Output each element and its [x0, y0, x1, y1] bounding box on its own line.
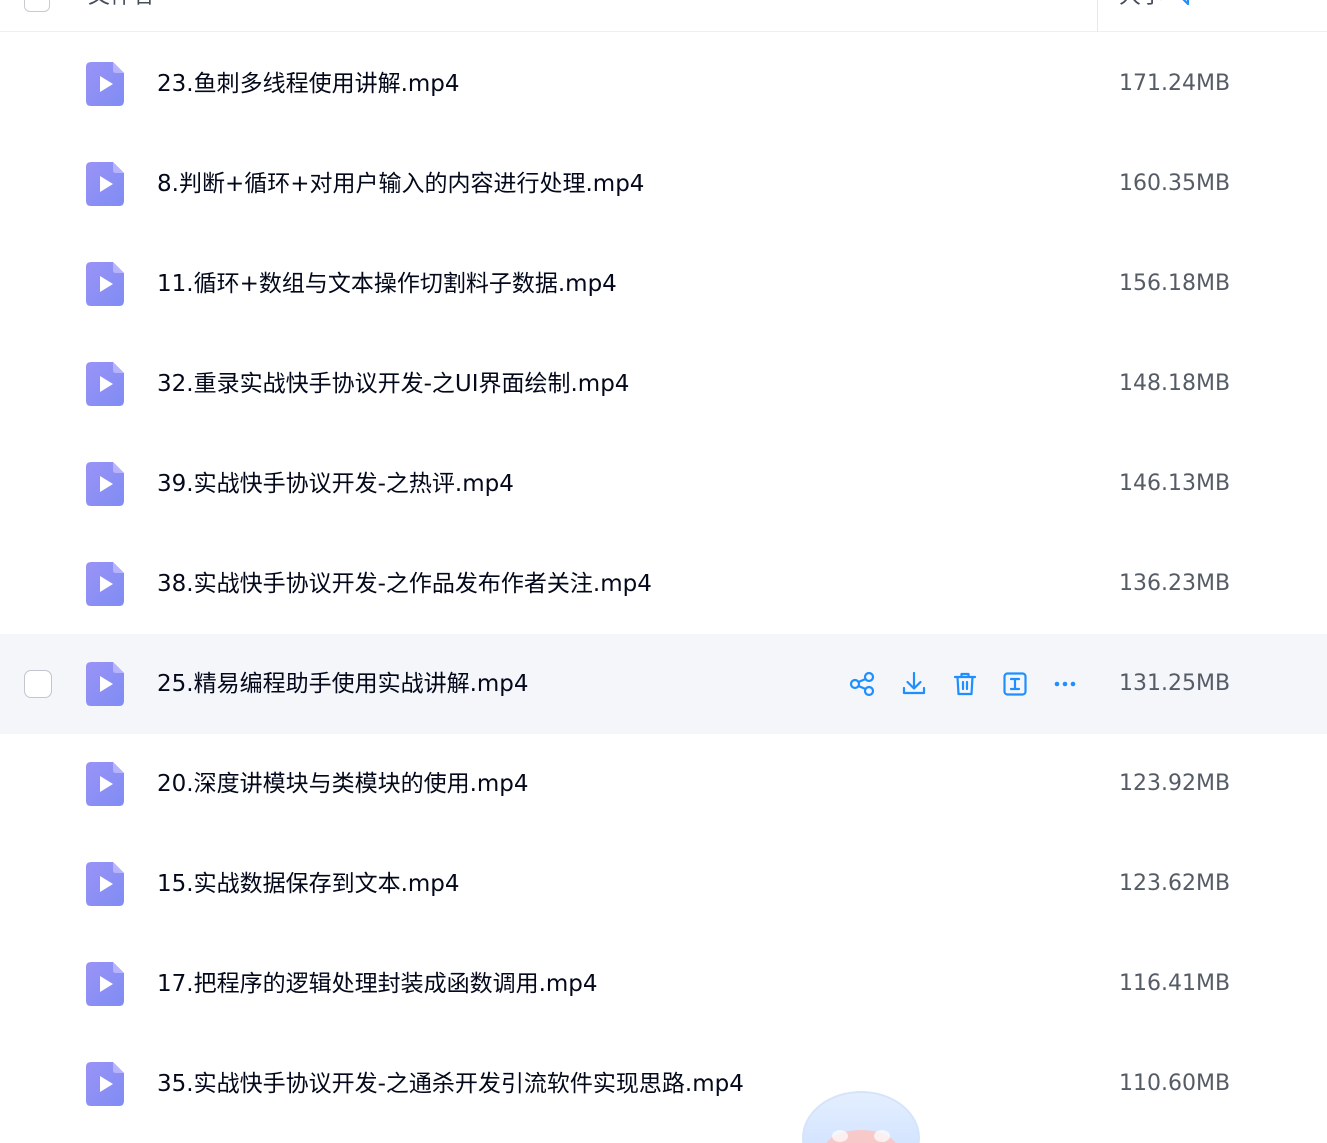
- video-file-icon: [86, 762, 124, 806]
- more-icon: [1049, 668, 1081, 700]
- share-icon: [846, 668, 878, 700]
- list-header: 文件名 大小: [0, 0, 1327, 32]
- file-name[interactable]: 25.精易编程助手使用实战讲解.mp4: [157, 634, 529, 734]
- file-row[interactable]: 17.把程序的逻辑处理封装成函数调用.mp4 116.41MB: [0, 934, 1327, 1034]
- file-row[interactable]: 20.深度讲模块与类模块的使用.mp4 123.92MB: [0, 734, 1327, 834]
- video-file-icon: [86, 562, 124, 606]
- file-row[interactable]: 23.鱼刺多线程使用讲解.mp4 171.24MB: [0, 34, 1327, 134]
- file-list: 23.鱼刺多线程使用讲解.mp4 171.24MB 8.判断+循环+对用户输入的内…: [0, 34, 1327, 1134]
- video-file-icon: [86, 62, 124, 106]
- row-checkbox[interactable]: [24, 670, 52, 698]
- file-row[interactable]: 8.判断+循环+对用户输入的内容进行处理.mp4 160.35MB: [0, 134, 1327, 234]
- video-file-icon: [86, 662, 124, 706]
- rename-icon: [999, 668, 1031, 700]
- video-file-icon: [86, 162, 124, 206]
- file-row[interactable]: 32.重录实战快手协议开发-之UI界面绘制.mp4 148.18MB: [0, 334, 1327, 434]
- more-button[interactable]: [1049, 668, 1081, 700]
- video-file-icon: [86, 462, 124, 506]
- select-all-checkbox[interactable]: [24, 0, 50, 12]
- sort-arrow-icon[interactable]: [1178, 0, 1198, 8]
- file-size: 116.41MB: [1119, 971, 1231, 996]
- file-size: 123.92MB: [1119, 771, 1231, 796]
- file-name[interactable]: 23.鱼刺多线程使用讲解.mp4: [157, 34, 460, 134]
- file-name[interactable]: 8.判断+循环+对用户输入的内容进行处理.mp4: [157, 134, 644, 234]
- video-file-icon: [86, 862, 124, 906]
- file-row[interactable]: 35.实战快手协议开发-之通杀开发引流软件实现思路.mp4 110.60MB: [0, 1034, 1327, 1134]
- file-name[interactable]: 32.重录实战快手协议开发-之UI界面绘制.mp4: [157, 334, 629, 434]
- file-list-page: 文件名 大小 23.鱼刺多线程使用讲解.mp4 171.24MB 8.判断+循环+…: [0, 0, 1327, 1143]
- column-header-size[interactable]: 大小: [1119, 0, 1163, 12]
- file-size: 148.18MB: [1119, 371, 1231, 396]
- file-row[interactable]: 38.实战快手协议开发-之作品发布作者关注.mp4 136.23MB: [0, 534, 1327, 634]
- file-row[interactable]: 25.精易编程助手使用实战讲解.mp4 131.25MB: [0, 634, 1327, 734]
- file-row[interactable]: 11.循环+数组与文本操作切割料子数据.mp4 156.18MB: [0, 234, 1327, 334]
- file-size: 110.60MB: [1119, 1071, 1231, 1096]
- file-size: 131.25MB: [1119, 671, 1231, 696]
- file-row[interactable]: 39.实战快手协议开发-之热评.mp4 146.13MB: [0, 434, 1327, 534]
- delete-icon: [949, 668, 981, 700]
- file-size: 136.23MB: [1119, 571, 1231, 596]
- download-button[interactable]: [898, 668, 930, 700]
- column-header-name[interactable]: 文件名: [88, 0, 154, 12]
- file-name[interactable]: 39.实战快手协议开发-之热评.mp4: [157, 434, 514, 534]
- file-size: 156.18MB: [1119, 271, 1231, 296]
- video-file-icon: [86, 962, 124, 1006]
- file-name[interactable]: 20.深度讲模块与类模块的使用.mp4: [157, 734, 529, 834]
- file-size: 146.13MB: [1119, 471, 1231, 496]
- video-file-icon: [86, 362, 124, 406]
- file-name[interactable]: 11.循环+数组与文本操作切割料子数据.mp4: [157, 234, 617, 334]
- rename-button[interactable]: [999, 668, 1031, 700]
- delete-button[interactable]: [949, 668, 981, 700]
- file-size: 123.62MB: [1119, 871, 1231, 896]
- mascot-image: [802, 1091, 920, 1143]
- column-divider: [1097, 0, 1098, 32]
- download-icon: [898, 668, 930, 700]
- video-file-icon: [86, 262, 124, 306]
- file-name[interactable]: 15.实战数据保存到文本.mp4: [157, 834, 460, 934]
- file-name[interactable]: 17.把程序的逻辑处理封装成函数调用.mp4: [157, 934, 598, 1034]
- file-name[interactable]: 35.实战快手协议开发-之通杀开发引流软件实现思路.mp4: [157, 1034, 744, 1134]
- file-row[interactable]: 15.实战数据保存到文本.mp4 123.62MB: [0, 834, 1327, 934]
- file-size: 160.35MB: [1119, 171, 1231, 196]
- file-size: 171.24MB: [1119, 71, 1231, 96]
- file-name[interactable]: 38.实战快手协议开发-之作品发布作者关注.mp4: [157, 534, 652, 634]
- share-button[interactable]: [846, 668, 878, 700]
- video-file-icon: [86, 1062, 124, 1106]
